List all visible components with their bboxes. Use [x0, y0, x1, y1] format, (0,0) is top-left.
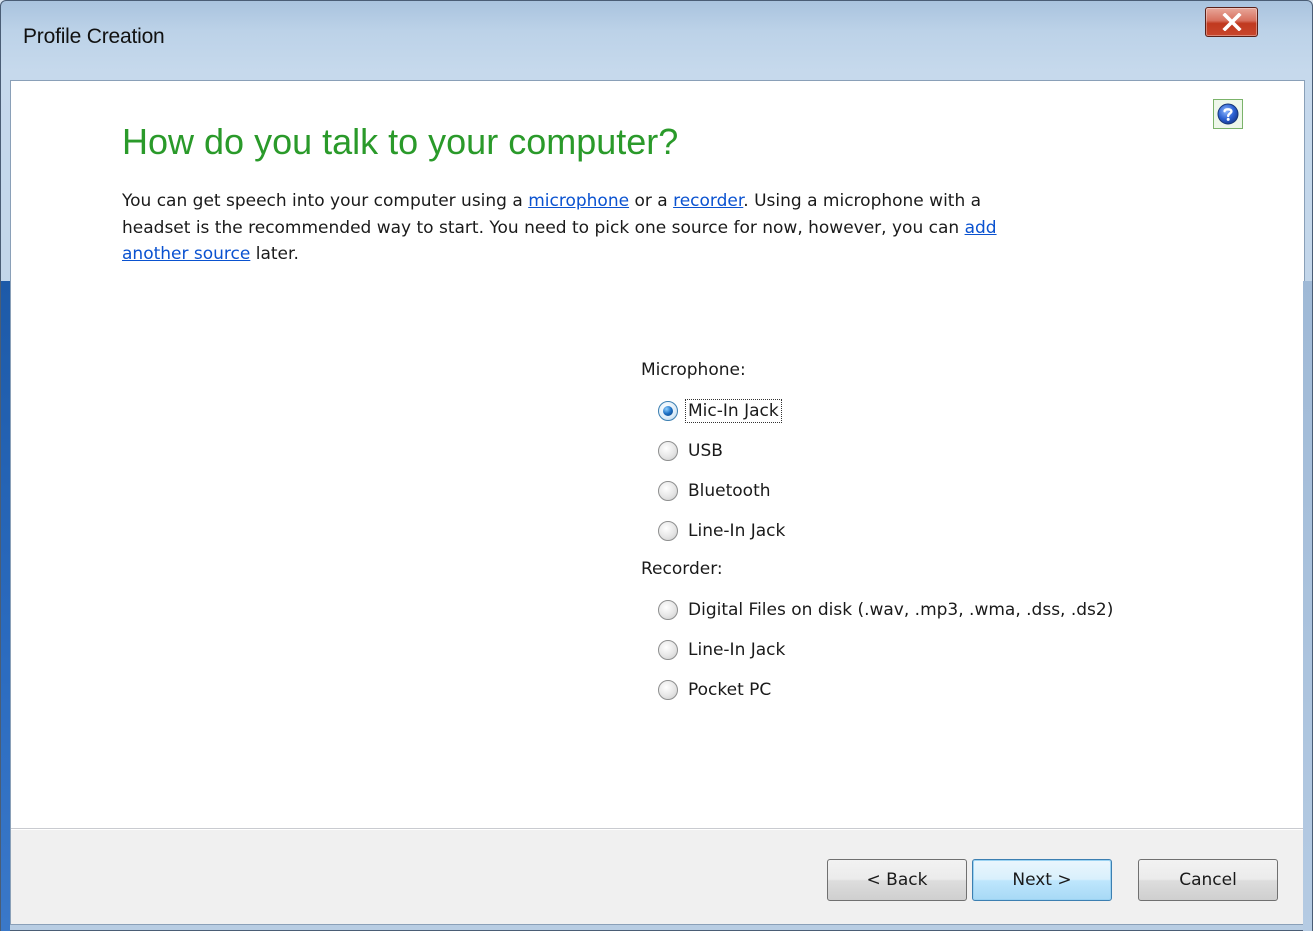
radio-mic-in-jack[interactable]: Mic-In Jack	[658, 398, 782, 424]
dialog-window: Profile Creation How do you talk to your…	[0, 0, 1313, 931]
button-bar: < Back Next > Cancel	[11, 830, 1304, 924]
radio-usb[interactable]: USB	[658, 438, 725, 464]
back-button[interactable]: < Back	[827, 859, 967, 901]
radio-unselected-icon	[658, 640, 678, 660]
help-button[interactable]	[1213, 99, 1243, 129]
close-button[interactable]	[1205, 7, 1258, 37]
next-button[interactable]: Next >	[972, 859, 1112, 901]
radio-unselected-icon	[658, 441, 678, 461]
radio-mic-line-in-jack[interactable]: Line-In Jack	[658, 518, 787, 544]
radio-label: USB	[688, 441, 723, 461]
radio-label: Mic-In Jack	[685, 399, 782, 423]
radio-label: Pocket PC	[688, 680, 772, 700]
microphone-link[interactable]: microphone	[528, 191, 629, 211]
dialog-content: How do you talk to your computer? You ca…	[10, 80, 1305, 925]
microphone-group-label: Microphone:	[641, 360, 746, 380]
radio-label: Bluetooth	[688, 481, 771, 501]
radio-bluetooth[interactable]: Bluetooth	[658, 478, 773, 504]
intro-paragraph: You can get speech into your computer us…	[122, 188, 1042, 268]
page-heading: How do you talk to your computer?	[122, 121, 679, 162]
recorder-link[interactable]: recorder	[673, 191, 743, 211]
radio-digital-files[interactable]: Digital Files on disk (.wav, .mp3, .wma,…	[658, 597, 1115, 623]
intro-text: You can get speech into your computer us…	[122, 191, 529, 211]
intro-text: later.	[250, 244, 299, 264]
radio-selected-icon	[658, 401, 678, 421]
recorder-group-label: Recorder:	[641, 559, 723, 579]
cancel-button[interactable]: Cancel	[1138, 859, 1278, 901]
radio-unselected-icon	[658, 600, 678, 620]
radio-label: Line-In Jack	[688, 640, 786, 660]
radio-label: Digital Files on disk (.wav, .mp3, .wma,…	[688, 600, 1114, 620]
radio-unselected-icon	[658, 481, 678, 501]
close-icon	[1221, 13, 1242, 31]
help-icon	[1217, 103, 1239, 125]
radio-label: Line-In Jack	[688, 521, 786, 541]
radio-unselected-icon	[658, 521, 678, 541]
radio-pocket-pc[interactable]: Pocket PC	[658, 677, 773, 703]
radio-unselected-icon	[658, 680, 678, 700]
intro-text: or a	[629, 191, 674, 211]
radio-recorder-line-in-jack[interactable]: Line-In Jack	[658, 637, 787, 663]
window-title: Profile Creation	[23, 25, 165, 48]
